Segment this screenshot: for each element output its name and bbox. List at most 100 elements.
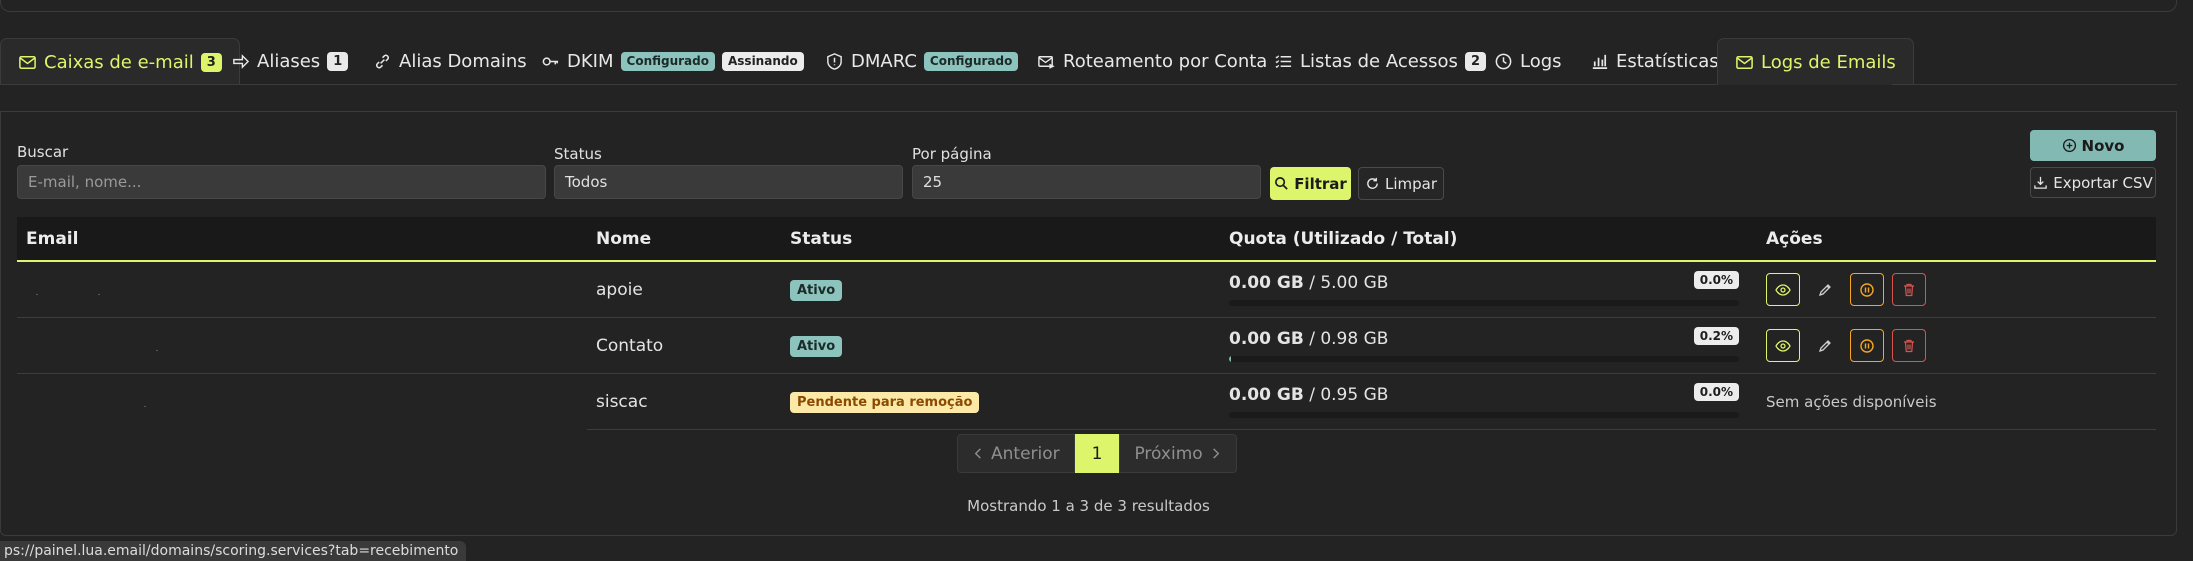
dkim-configured-badge: Configurado [620, 51, 715, 71]
tab-aliases[interactable]: Aliases 1 [214, 38, 365, 84]
email-cell [17, 261, 587, 318]
col-status: Status [781, 217, 1220, 262]
tab-dmarc[interactable]: DMARC Configurado [808, 38, 1035, 84]
envelope-route-icon [1038, 55, 1055, 69]
edit-button[interactable] [1808, 329, 1842, 362]
next-page-button[interactable]: Próximo [1119, 434, 1237, 473]
tab-estatisticas[interactable]: Estatísticas [1573, 38, 1736, 84]
delete-button[interactable] [1892, 273, 1926, 306]
quota-percent-badge: 0.0% [1693, 383, 1739, 401]
filter-button[interactable]: Filtrar [1270, 167, 1351, 200]
mailbox-table: Email Nome Status Quota (Utilizado / Tot… [17, 217, 2156, 430]
tab-label: Alias Domains [399, 50, 527, 72]
new-button-label: Novo [2081, 136, 2125, 155]
table-row[interactable]: Contato Ativo 0.00 GB / 0.98 GB 0.2% [17, 317, 2156, 374]
status-badge: Ativo [790, 279, 843, 301]
quota-used: 0.00 GB [1229, 329, 1304, 349]
tab-divider [1892, 84, 2177, 85]
actions-cell [1757, 261, 2156, 318]
pencil-icon [1818, 339, 1831, 352]
view-button[interactable] [1766, 329, 1800, 362]
col-acoes: Ações [1757, 217, 2156, 262]
tab-divider [213, 84, 1717, 85]
table-row[interactable]: apoie Ativo 0.00 GB / 5.00 GB 0.0% [17, 261, 2156, 318]
email-cell [17, 374, 587, 430]
actions-cell: Sem ações disponíveis [1757, 373, 2156, 430]
pause-button[interactable] [1850, 273, 1884, 306]
chevron-left-icon [974, 448, 981, 459]
pagination: Anterior 1 Próximo [957, 434, 1237, 473]
quota-used: 0.00 GB [1229, 385, 1304, 405]
delete-button[interactable] [1892, 329, 1926, 362]
download-icon [2034, 176, 2048, 189]
mail-log-icon [1736, 55, 1753, 69]
plus-circle-icon [2062, 138, 2076, 153]
tab-bar: Caixas de e-mail 3 Aliases 1 Alias Domai… [0, 38, 2193, 85]
clear-button-label: Limpar [1384, 174, 1438, 193]
trash-icon [1904, 339, 1914, 352]
new-button[interactable]: Novo [2030, 130, 2156, 161]
table-row[interactable]: siscac Pendente para remoção 0.00 GB / 0… [17, 373, 2156, 430]
key-icon [542, 56, 559, 66]
export-csv-button[interactable]: Exportar CSV [2030, 167, 2156, 198]
quota-total: / 0.95 GB [1309, 385, 1389, 405]
edit-button[interactable] [1808, 273, 1842, 306]
quota-used: 0.00 GB [1229, 273, 1304, 293]
tab-label: Roteamento por Conta [1063, 50, 1268, 72]
nome-cell: apoie [587, 261, 781, 318]
status-label: Status [554, 145, 602, 163]
next-label: Próximo [1134, 443, 1203, 464]
tab-label: DKIM [567, 50, 614, 72]
tab-label: Logs [1520, 50, 1562, 72]
status-badge: Ativo [790, 335, 843, 357]
no-actions-text: Sem ações disponíveis [1766, 392, 1937, 411]
status-cell: Ativo [781, 317, 1220, 374]
page-1-button[interactable]: 1 [1074, 434, 1120, 473]
status-badge: Pendente para remoção [790, 391, 980, 413]
current-page: 1 [1091, 443, 1103, 464]
tab-alias-domains[interactable]: Alias Domains [356, 38, 544, 84]
status-select[interactable]: Todos [554, 165, 903, 199]
tab-label: Listas de Acessos [1300, 50, 1458, 72]
tab-listas-de-acessos[interactable]: Listas de Acessos 2 [1257, 38, 1503, 84]
tab-roteamento[interactable]: Roteamento por Conta [1020, 38, 1284, 84]
tab-logs-de-emails[interactable]: Logs de Emails [1717, 38, 1914, 85]
prev-label: Anterior [991, 443, 1060, 464]
tab-logs[interactable]: Logs [1477, 38, 1579, 84]
dmarc-configured-badge: Configurado [923, 51, 1019, 71]
per-page-select[interactable]: 25 [912, 165, 1261, 199]
export-button-label: Exportar CSV [2053, 173, 2153, 192]
quota-cell: 0.00 GB / 0.98 GB 0.2% [1220, 317, 1757, 374]
table-header-row: Email Nome Status Quota (Utilizado / Tot… [17, 217, 2156, 262]
chevron-right-icon [1212, 448, 1219, 459]
quota-cell: 0.00 GB / 5.00 GB 0.0% [1220, 261, 1757, 318]
status-cell: Pendente para remoção [781, 373, 1220, 430]
pause-circle-icon [1860, 282, 1874, 297]
quota-bar [1229, 412, 1739, 418]
clock-icon [1495, 53, 1512, 69]
clear-button[interactable]: Limpar [1358, 167, 1444, 200]
status-cell: Ativo [781, 261, 1220, 318]
filter-button-label: Filtrar [1294, 174, 1347, 193]
quota-total: / 0.98 GB [1309, 329, 1389, 349]
tab-caixas-de-email[interactable]: Caixas de e-mail 3 [0, 38, 240, 85]
status-select-value: Todos [565, 173, 608, 191]
pause-button[interactable] [1850, 329, 1884, 362]
search-input[interactable] [17, 165, 546, 199]
quota-percent-badge: 0.2% [1693, 327, 1739, 345]
tab-label: DMARC [851, 50, 917, 72]
quota-bar [1229, 300, 1739, 306]
arrow-right-icon [233, 53, 250, 69]
prev-page-button[interactable]: Anterior [957, 434, 1075, 473]
view-button[interactable] [1766, 273, 1800, 306]
col-nome: Nome [587, 217, 781, 262]
refresh-icon [1367, 177, 1378, 189]
tab-dkim[interactable]: DKIM Configurado Assinando [524, 38, 821, 84]
eye-icon [1775, 283, 1791, 296]
quota-percent-badge: 0.0% [1693, 271, 1739, 289]
col-email: Email [17, 217, 587, 262]
search-icon [1275, 177, 1288, 190]
results-summary: Mostrando 1 a 3 de 3 resultados [967, 497, 1210, 515]
list-icon [1275, 54, 1292, 68]
quota-bar [1229, 356, 1739, 362]
